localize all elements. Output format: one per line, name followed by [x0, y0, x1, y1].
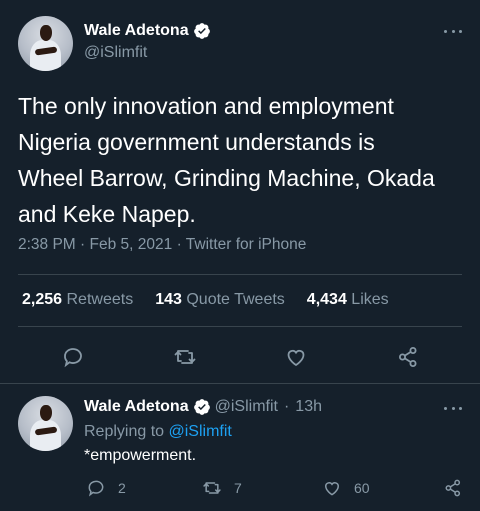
verified-badge-icon: [193, 22, 211, 40]
tweet-date[interactable]: Feb 5, 2021: [90, 236, 173, 253]
reply-text: *empowerment.: [84, 447, 197, 464]
share-icon[interactable]: [396, 345, 420, 369]
tweet-text-line: and Keke Napep.: [18, 201, 196, 227]
main-tweet: Wale Adetona @iSlimfit The only innovati…: [0, 0, 480, 384]
like-count: 60: [354, 480, 370, 496]
reply-icon: [86, 478, 106, 498]
retweet-count: 7: [234, 480, 242, 496]
replying-to-handle[interactable]: @iSlimfit: [169, 423, 232, 440]
engagement-stats: 2,256 Retweets 143 Quote Tweets 4,434 Li…: [22, 291, 389, 309]
like-icon: [322, 478, 342, 498]
divider: [18, 326, 462, 327]
more-options-icon[interactable]: [442, 24, 464, 38]
reply-time[interactable]: 13h: [295, 398, 322, 416]
reply-icon[interactable]: [61, 345, 85, 369]
tweet-time[interactable]: 2:38 PM: [18, 236, 76, 253]
retweet-icon[interactable]: [173, 345, 197, 369]
reply-retweet-button[interactable]: 7: [202, 478, 242, 498]
reply-author-row: Wale Adetona @iSlimfit · 13h: [84, 398, 322, 416]
retweet-icon: [202, 478, 222, 498]
author-display-name[interactable]: Wale Adetona: [84, 22, 189, 40]
avatar[interactable]: [18, 16, 73, 71]
reply-share-button[interactable]: [443, 478, 463, 498]
tweet-text-line: Nigeria government understands is: [18, 129, 375, 155]
reply-author-display-name[interactable]: Wale Adetona: [84, 398, 189, 416]
tweet-text-line: The only innovation and employment: [18, 93, 394, 119]
share-icon: [443, 478, 463, 498]
retweets-stat[interactable]: 2,256 Retweets: [22, 291, 133, 309]
reply-reply-button[interactable]: 2: [86, 478, 126, 498]
tweet-text-line: Wheel Barrow, Grinding Machine, Okada: [18, 165, 435, 191]
reply-count: 2: [118, 480, 126, 496]
tweet-source[interactable]: Twitter for iPhone: [186, 236, 307, 253]
divider: [18, 274, 462, 275]
divider: [0, 383, 480, 384]
avatar[interactable]: [18, 396, 73, 451]
replying-to: Replying to @iSlimfit: [84, 423, 232, 440]
author-handle[interactable]: @iSlimfit: [84, 44, 147, 62]
verified-badge-icon: [193, 398, 211, 416]
like-icon[interactable]: [284, 345, 308, 369]
more-options-icon[interactable]: [442, 401, 464, 415]
likes-stat[interactable]: 4,434 Likes: [307, 291, 389, 309]
reply-author-handle[interactable]: @iSlimfit: [215, 398, 278, 416]
reply-like-button[interactable]: 60: [322, 478, 370, 498]
author-name-row[interactable]: Wale Adetona: [84, 22, 211, 40]
tweet-meta: 2:38 PM · Feb 5, 2021 · Twitter for iPho…: [18, 236, 307, 253]
tweet-text: The only innovation and employment Niger…: [18, 88, 468, 232]
quote-tweets-stat[interactable]: 143 Quote Tweets: [155, 291, 285, 309]
